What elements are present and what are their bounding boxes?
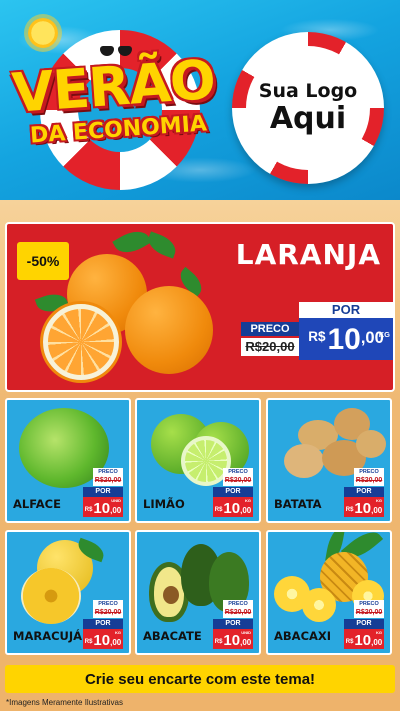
featured-price-int: 10 — [327, 323, 361, 356]
por-label: POR — [344, 487, 384, 497]
price-int: 10 — [223, 500, 241, 517]
preco-label: PRECO — [354, 600, 384, 608]
currency: R$ — [214, 507, 223, 513]
unit: KG — [115, 630, 121, 635]
featured-new-price: R$ 10 ,00 KG — [299, 318, 393, 360]
product-name: ALFACE — [13, 497, 61, 511]
featured-product-card: -50% LARANJA POR PRECO R$20,00 R$ 10 ,00… — [5, 222, 395, 392]
new-price: R$ 10,00 UNID — [213, 629, 253, 649]
logo-text-line2: Aqui — [269, 101, 347, 136]
preco-label: PRECO — [223, 468, 253, 476]
featured-currency: R$ — [308, 328, 326, 344]
product-card: ABACATE PRECO R$20,00 POR R$ 10,00 UNID — [135, 530, 261, 655]
sun-icon — [28, 18, 58, 48]
product-card: ABACAXI PRECO R$20,00 POR R$ 10,00 KG — [266, 530, 392, 655]
por-label: POR — [83, 487, 123, 497]
price-cents: ,00 — [110, 506, 122, 515]
currency: R$ — [345, 639, 354, 645]
product-card: ALFACE PRECO R$20,00 POR R$ 10,00 UNID — [5, 398, 131, 523]
logo-placeholder: Sua Logo Aqui — [232, 32, 384, 184]
currency: R$ — [345, 507, 354, 513]
featured-preco-label: PRECO — [241, 322, 299, 336]
unit: KG — [245, 498, 251, 503]
price-cents: ,00 — [240, 638, 252, 647]
product-card: MARACUJÁ PRECO R$20,00 POR R$ 10,00 KG — [5, 530, 131, 655]
unit: UNID — [241, 630, 251, 635]
price-int: 10 — [354, 500, 372, 517]
por-label: POR — [213, 619, 253, 629]
product-name: ABACAXI — [274, 629, 332, 643]
product-name: ABACATE — [143, 629, 202, 643]
new-price: R$ 10,00 KG — [213, 497, 253, 517]
price-cents: ,00 — [240, 506, 252, 515]
product-card: LIMÃO PRECO R$20,00 POR R$ 10,00 KG — [135, 398, 261, 523]
price-int: 10 — [93, 500, 111, 517]
unit: KG — [376, 630, 382, 635]
por-label: POR — [344, 619, 384, 629]
price-cents: ,00 — [371, 638, 383, 647]
new-price: R$ 10,00 KG — [344, 497, 384, 517]
currency: R$ — [84, 639, 93, 645]
orange-image — [34, 224, 217, 389]
old-price: R$20,00 — [223, 476, 253, 486]
price-int: 10 — [354, 632, 372, 649]
featured-product-name: LARANJA — [235, 238, 381, 271]
unit: UNID — [111, 498, 121, 503]
old-price: R$20,00 — [354, 608, 384, 618]
preco-label: PRECO — [223, 600, 253, 608]
product-name: MARACUJÁ — [13, 629, 83, 643]
new-price: R$ 10,00 KG — [344, 629, 384, 649]
price-cents: ,00 — [371, 506, 383, 515]
product-name: LIMÃO — [143, 497, 185, 511]
logo-text-line1: Sua Logo — [258, 80, 358, 102]
price-cents: ,00 — [110, 638, 122, 647]
preco-label: PRECO — [93, 600, 123, 608]
headline-title: VERÃO — [10, 47, 217, 125]
featured-unit: KG — [378, 330, 390, 339]
featured-por-label: POR — [299, 302, 393, 318]
new-price: R$ 10,00 KG — [83, 629, 123, 649]
new-price: R$ 10,00 UNID — [83, 497, 123, 517]
currency: R$ — [84, 507, 93, 513]
product-name: BATATA — [274, 497, 322, 511]
old-price: R$20,00 — [93, 476, 123, 486]
featured-old-price: R$20,00 — [241, 338, 299, 356]
logo-circle: Sua Logo Aqui — [246, 46, 370, 170]
disclaimer-text: *Imagens Meramente Ilustrativas — [6, 698, 123, 707]
cta-banner: Crie seu encarte com este tema! — [5, 665, 395, 693]
por-label: POR — [213, 487, 253, 497]
price-int: 10 — [93, 632, 111, 649]
old-price: R$20,00 — [223, 608, 253, 618]
product-card: BATATA PRECO R$20,00 POR R$ 10,00 KG — [266, 398, 392, 523]
currency: R$ — [214, 639, 223, 645]
por-label: POR — [83, 619, 123, 629]
price-int: 10 — [223, 632, 241, 649]
preco-label: PRECO — [354, 468, 384, 476]
preco-label: PRECO — [93, 468, 123, 476]
old-price: R$20,00 — [354, 476, 384, 486]
old-price: R$20,00 — [93, 608, 123, 618]
unit: KG — [376, 498, 382, 503]
